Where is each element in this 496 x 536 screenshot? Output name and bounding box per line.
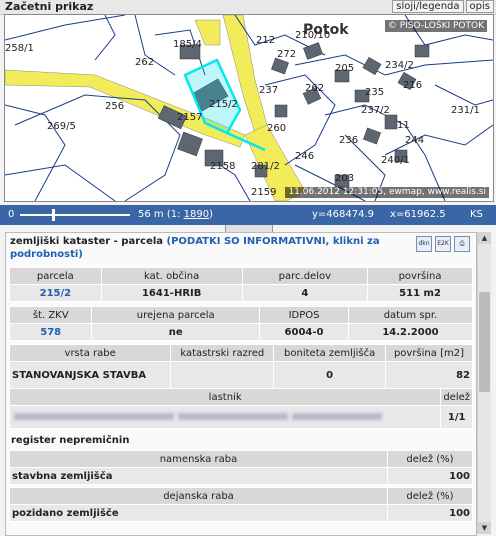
map-copyright: © PISO-LOŠKI POTOK	[384, 20, 487, 32]
map-title: Začetni prikaz	[5, 0, 94, 13]
map-label: 215/2	[209, 99, 238, 110]
col-header: površina	[367, 267, 473, 285]
col-header: datum spr.	[347, 306, 474, 324]
col-header: delež (%)	[387, 450, 473, 468]
cell: 1641-HRIB	[100, 284, 243, 302]
map-label: 237/2	[361, 105, 390, 116]
map-label: 212	[256, 35, 276, 46]
owner-table: lastnik delež 1/1	[8, 388, 473, 429]
zoom-slider-handle[interactable]	[52, 209, 55, 221]
e2k-icon[interactable]: E2K	[435, 236, 451, 252]
col-header: delež (%)	[387, 487, 473, 505]
col-header: vrsta rabe	[8, 344, 172, 362]
cell: 0	[273, 361, 386, 389]
parcel-table: parcela kat. občina parc.delov površina 215…	[9, 267, 473, 302]
col-header: boniteta zemljišča	[273, 344, 386, 362]
print-icon[interactable]: ⎙	[454, 236, 470, 252]
coord-y: y=468474.9	[312, 209, 375, 220]
cell	[170, 361, 275, 389]
scroll-down-icon[interactable]: ▼	[478, 522, 491, 534]
cell: 100	[387, 504, 473, 522]
col-header: št. ZKV	[8, 306, 93, 324]
cell: ne	[91, 323, 261, 341]
panel-heading: zemljiški kataster - parcela (PODATKI SO…	[10, 236, 380, 260]
zkv-link[interactable]: 578	[8, 323, 93, 341]
map-label: 205	[335, 63, 355, 74]
map-label: 240/1	[381, 155, 410, 166]
layers-legend-button[interactable]: sloji/legenda	[392, 0, 464, 13]
map-label: 216	[403, 80, 423, 91]
col-header: delež	[440, 388, 473, 406]
cell: 82	[384, 361, 474, 389]
map-label: 234/2	[385, 60, 414, 71]
map-label: 235	[365, 87, 385, 98]
map-label: 260	[267, 123, 287, 134]
col-header: dejanska raba	[9, 487, 388, 505]
map-label: 203	[335, 173, 355, 184]
col-header: katastrski razred	[170, 344, 275, 362]
col-header: lastnik	[8, 388, 442, 406]
scale-bar: 0 56 m (1: 1890) y=468474.9 x=61962.5 KS	[0, 205, 496, 225]
crs-label: KS	[470, 209, 483, 220]
dkn-icon[interactable]: dkn	[416, 236, 432, 252]
land-use-table: vrsta rabe katastrski razred boniteta zeml…	[8, 344, 474, 389]
map-timestamp: 11.06.2012 12:31:05, ewmap, www.realis.s…	[285, 187, 489, 198]
map-label: 231/1	[451, 105, 480, 116]
map-label: 2159	[251, 187, 277, 198]
map-label: 236	[339, 135, 359, 146]
col-header: parc.delov	[241, 267, 369, 285]
map-toolbar: Začetni prikaz sloji/legenda opis	[0, 0, 496, 15]
map-view[interactable]: Potok © PISO-LOŠKI POTOK 11.06.2012 12:3…	[4, 14, 494, 202]
scale-ratio-link[interactable]: 1890	[184, 209, 209, 220]
map-label: 244	[405, 135, 425, 146]
col-header: površina [m2]	[384, 344, 474, 362]
coord-x: x=61962.5	[390, 209, 446, 220]
col-header: IDPOS	[259, 306, 349, 324]
map-label: 272	[277, 49, 297, 60]
parcel-link[interactable]: 215/2	[9, 284, 102, 302]
map-label: 269/5	[47, 121, 76, 132]
cell: 6004-0	[259, 323, 349, 341]
cell: stavbna zemljišča	[9, 467, 388, 485]
cell: STANOVANJSKA STAVBA	[8, 361, 172, 389]
register-title: register nepremičnin	[11, 435, 130, 446]
scroll-up-icon[interactable]: ▲	[478, 232, 491, 244]
map-label: 256	[105, 101, 125, 112]
map-label: 246	[295, 151, 315, 162]
map-label: 258/1	[5, 43, 34, 54]
intended-use-table: namenska raba delež (%) stavbna zemljišča…	[9, 450, 473, 485]
cell: 4	[241, 284, 369, 302]
cell: 1/1	[440, 405, 473, 429]
map-label: 237	[259, 85, 279, 96]
scale-distance: 56 m (1: 1890)	[138, 209, 213, 220]
map-label: 185/4	[173, 39, 202, 50]
zoom-slider-track[interactable]	[20, 214, 130, 216]
actual-use-table: dejanska raba delež (%) pozidano zemljišč…	[9, 487, 473, 522]
map-label: 2158	[210, 161, 236, 172]
col-header: urejena parcela	[91, 306, 261, 324]
description-button[interactable]: opis	[465, 0, 494, 13]
col-header: parcela	[9, 267, 102, 285]
zoom-min-label: 0	[8, 209, 15, 220]
panel-scrollbar[interactable]: ▲ ▼	[477, 232, 491, 534]
cell: 100	[387, 467, 473, 485]
map-canvas	[5, 15, 493, 201]
map-label: 210/10	[295, 30, 331, 41]
owner-redacted	[8, 405, 442, 429]
map-label: 262	[305, 83, 325, 94]
map-label: 11	[397, 120, 410, 131]
map-label: 281/2	[251, 161, 280, 172]
cell: pozidano zemljišče	[9, 504, 388, 522]
col-header: namenska raba	[9, 450, 388, 468]
map-label: 262	[135, 57, 155, 68]
zkv-table: št. ZKV urejena parcela IDPOS datum spr. 57…	[8, 306, 474, 341]
info-panel: zemljiški kataster - parcela (PODATKI SO…	[5, 232, 477, 536]
scroll-thumb[interactable]	[479, 292, 490, 392]
cell: 14.2.2000	[347, 323, 474, 341]
col-header: kat. občina	[100, 267, 243, 285]
map-label: 2157	[177, 112, 203, 123]
cell: 511 m2	[367, 284, 473, 302]
